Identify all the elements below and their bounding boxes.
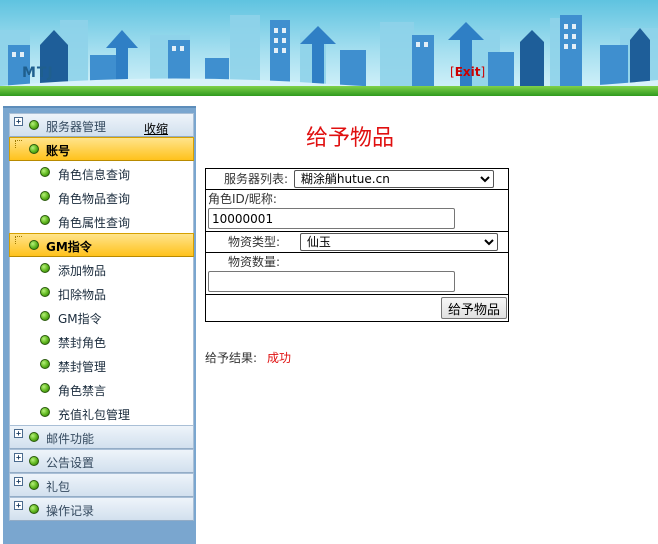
page-title: 给予物品 (306, 126, 395, 151)
sidebar-item-gm-command[interactable]: GM指令 (10, 305, 193, 329)
sidebar-item-ban-management[interactable]: 禁封管理 (10, 353, 193, 377)
item-qty-label: 物资数量: (228, 255, 281, 269)
sidebar-group-label: 公告设置 (46, 456, 95, 470)
app-title: MTJ (22, 65, 54, 81)
green-bullet-icon (40, 311, 50, 321)
sidebar-group-label: 账号 (46, 144, 71, 158)
green-bullet-icon (40, 287, 50, 297)
sidebar-group-label: 服务器管理 (46, 120, 107, 134)
sidebar-group-server-management[interactable]: + 服务器管理 收缩 (9, 113, 194, 137)
green-bullet-icon (40, 191, 50, 201)
green-bullet-icon (40, 215, 50, 225)
plus-icon[interactable]: + (14, 429, 23, 438)
green-bullet-icon (29, 504, 39, 514)
tree-arrow-icon (15, 140, 22, 148)
sidebar-item-deduct-item[interactable]: 扣除物品 (10, 281, 193, 305)
sidebar-item-label: 禁封管理 (58, 360, 107, 374)
sidebar-item-label: 禁封角色 (58, 336, 107, 350)
sidebar-item-label: GM指令 (58, 312, 102, 326)
green-bullet-icon (40, 407, 50, 417)
sidebar-item-role-mute[interactable]: 角色禁言 (10, 377, 193, 401)
sidebar-group-operation-log[interactable]: + 操作记录 (9, 497, 194, 521)
sidebar-submenu-gm: 添加物品 扣除物品 GM指令 禁封角色 禁封管理 角色禁言 充值礼包管理 (9, 257, 194, 425)
sidebar-item-role-items-query[interactable]: 角色物品查询 (10, 185, 193, 209)
plus-icon[interactable]: + (14, 117, 23, 126)
role-id-label: 角色ID/昵称: (208, 192, 277, 206)
header-banner: MTJ [Exit] (0, 0, 658, 96)
green-bullet-icon (40, 167, 50, 177)
sidebar: + 服务器管理 收缩 账号 角色信息查询 角色物品查询 角色属性查询 GM指令 … (3, 106, 196, 544)
sidebar-item-label: 添加物品 (58, 264, 107, 278)
green-bullet-icon (29, 432, 39, 442)
sidebar-group-gift[interactable]: + 礼包 (9, 473, 194, 497)
plus-icon[interactable]: + (14, 453, 23, 462)
exit-bracket-close: ] (480, 65, 486, 79)
green-bullet-icon (40, 263, 50, 273)
sidebar-menu: + 服务器管理 收缩 账号 角色信息查询 角色物品查询 角色属性查询 GM指令 … (9, 113, 194, 521)
give-item-form: 服务器列表: 糊涂艄hutue.cn 角色ID/昵称: 物资类型: 仙玉 物资数… (205, 168, 509, 322)
exit-container: [Exit] (450, 65, 485, 79)
sidebar-group-label: 操作记录 (46, 504, 95, 518)
sidebar-group-label: 邮件功能 (46, 432, 95, 446)
sidebar-item-role-attr-query[interactable]: 角色属性查询 (10, 209, 193, 233)
give-result-label: 给予结果: (205, 351, 258, 365)
sidebar-item-label: 角色禁言 (58, 384, 107, 398)
sidebar-item-label: 扣除物品 (58, 288, 107, 302)
sidebar-group-label: 礼包 (46, 480, 71, 494)
exit-link[interactable]: Exit (455, 65, 481, 79)
role-id-input[interactable] (208, 208, 455, 229)
sidebar-group-mail[interactable]: + 邮件功能 (9, 425, 194, 449)
sidebar-item-label: 角色信息查询 (58, 168, 131, 182)
item-type-label: 物资类型: (228, 235, 281, 249)
sidebar-submenu-account: 角色信息查询 角色物品查询 角色属性查询 (9, 161, 194, 233)
city-skyline-image (0, 15, 658, 96)
sidebar-group-label: GM指令 (46, 240, 92, 254)
sidebar-group-account[interactable]: 账号 (9, 137, 194, 161)
plus-icon[interactable]: + (14, 477, 23, 486)
green-bullet-icon (29, 144, 39, 154)
give-result: 给予结果: 成功 (205, 349, 291, 366)
green-bullet-icon (40, 383, 50, 393)
green-bullet-icon (40, 359, 50, 369)
plus-icon[interactable]: + (14, 501, 23, 510)
collapse-link[interactable]: 收缩 (144, 120, 168, 137)
item-qty-input[interactable] (208, 271, 455, 292)
item-type-select[interactable]: 仙玉 (299, 233, 498, 251)
green-bullet-icon (29, 456, 39, 466)
give-item-button[interactable]: 给予物品 (440, 297, 507, 319)
sidebar-item-label: 角色属性查询 (58, 216, 131, 230)
sidebar-group-gm-commands[interactable]: GM指令 (9, 233, 194, 257)
sidebar-item-label: 充值礼包管理 (58, 408, 131, 422)
sidebar-item-role-info-query[interactable]: 角色信息查询 (10, 161, 193, 185)
sidebar-item-recharge-gift-management[interactable]: 充值礼包管理 (10, 401, 193, 425)
server-select[interactable]: 糊涂艄hutue.cn (293, 170, 494, 188)
green-bullet-icon (40, 335, 50, 345)
sidebar-item-ban-role[interactable]: 禁封角色 (10, 329, 193, 353)
green-bullet-icon (29, 480, 39, 490)
sidebar-item-label: 角色物品查询 (58, 192, 131, 206)
green-bullet-icon (29, 120, 39, 130)
grass-strip (0, 86, 658, 96)
server-list-label: 服务器列表: (224, 172, 289, 186)
sidebar-item-add-item[interactable]: 添加物品 (10, 257, 193, 281)
green-bullet-icon (29, 240, 39, 250)
sidebar-group-announcement[interactable]: + 公告设置 (9, 449, 194, 473)
tree-arrow-icon (15, 236, 22, 244)
give-result-value: 成功 (267, 351, 292, 365)
